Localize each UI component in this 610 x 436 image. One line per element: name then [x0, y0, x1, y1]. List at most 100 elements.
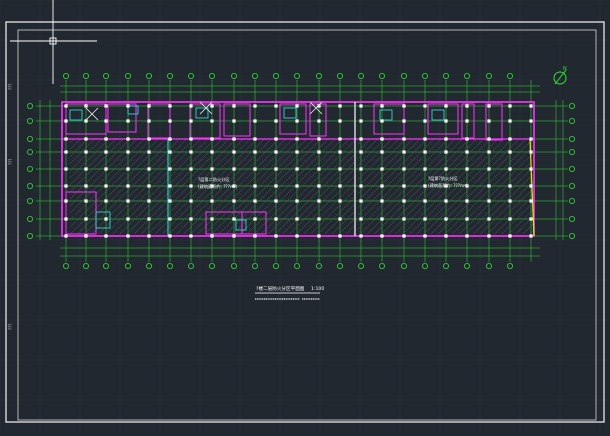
- column: [529, 234, 533, 238]
- column: [64, 167, 68, 171]
- floor-plan-drawing[interactable]: ??? ??? ??? ?层第二防火分区 (建筑面积约: ???m²) ?层第?…: [0, 0, 610, 432]
- axis-bubble-top: [187, 73, 194, 80]
- column: [380, 104, 384, 108]
- column: [402, 119, 406, 123]
- column: [104, 234, 108, 238]
- column: [338, 217, 342, 221]
- column: [104, 104, 108, 108]
- axis-bubble-top: [272, 73, 279, 80]
- column: [126, 150, 130, 154]
- column: [423, 150, 427, 154]
- column: [487, 119, 491, 123]
- axis-bubble-bottom: [421, 262, 428, 269]
- column: [402, 217, 406, 221]
- column: [529, 150, 533, 154]
- column: [274, 184, 278, 188]
- column: [104, 119, 108, 123]
- column: [189, 167, 193, 171]
- column: [380, 217, 384, 221]
- axis-bubble-bottom: [315, 262, 322, 269]
- column: [232, 104, 236, 108]
- axis-bubble-top: [506, 73, 513, 80]
- axis-bubble-bottom: [357, 262, 364, 269]
- axis-bubble-bottom: [83, 262, 90, 269]
- axis-bubble-bottom: [125, 262, 132, 269]
- axis-bubble-bottom: [293, 262, 300, 269]
- north-arrow-icon: N: [553, 66, 567, 85]
- axis-bubble-right: [569, 182, 576, 189]
- axis-bubble-top: [230, 73, 237, 80]
- column: [126, 184, 130, 188]
- column: [210, 167, 214, 171]
- axis-bubble-left: [26, 232, 33, 239]
- axis-bubble-left: [26, 148, 33, 155]
- column: [210, 234, 214, 238]
- column: [189, 217, 193, 221]
- column: [253, 167, 257, 171]
- axis-bubble-top: [293, 73, 300, 80]
- column: [402, 137, 406, 141]
- column: [64, 234, 68, 238]
- column: [84, 104, 88, 108]
- column: [126, 199, 130, 203]
- axis-bubble-top: [357, 73, 364, 80]
- svg-text:N: N: [563, 66, 567, 72]
- column: [126, 234, 130, 238]
- column: [380, 199, 384, 203]
- axis-bubble-top: [463, 73, 470, 80]
- column: [317, 137, 321, 141]
- axis-bubble-top: [63, 73, 70, 80]
- column: [380, 137, 384, 141]
- axis-bubble-bottom: [166, 262, 173, 269]
- column: [64, 150, 68, 154]
- column: [529, 137, 533, 141]
- column: [359, 234, 363, 238]
- column: [465, 137, 469, 141]
- axis-bubble-top: [442, 73, 449, 80]
- axis-bubble-left: [26, 197, 33, 204]
- column: [253, 217, 257, 221]
- column: [189, 184, 193, 188]
- column: [487, 104, 491, 108]
- column: [295, 184, 299, 188]
- axis-bubble-bottom: [400, 262, 407, 269]
- crosshair-cursor: [10, 0, 97, 84]
- axis-bubble-top: [251, 73, 258, 80]
- column: [147, 217, 151, 221]
- column: [147, 119, 151, 123]
- column: [359, 150, 363, 154]
- column: [104, 184, 108, 188]
- column: [487, 234, 491, 238]
- column: [338, 184, 342, 188]
- axis-bubble-right: [569, 103, 576, 110]
- column: [338, 150, 342, 154]
- column: [295, 104, 299, 108]
- column: [529, 119, 533, 123]
- column: [317, 184, 321, 188]
- column: [189, 199, 193, 203]
- column: [423, 137, 427, 141]
- drawing-title-block: ?楼二层防火分区平面图 1:100: [255, 285, 324, 300]
- column: [423, 119, 427, 123]
- column: [465, 234, 469, 238]
- cad-viewport[interactable]: ??? ??? ??? ?层第二防火分区 (建筑面积约: ???m²) ?层第?…: [0, 0, 610, 432]
- column: [465, 199, 469, 203]
- column: [295, 119, 299, 123]
- column: [84, 234, 88, 238]
- column: [508, 234, 512, 238]
- column: [210, 199, 214, 203]
- column: [444, 167, 448, 171]
- column: [380, 234, 384, 238]
- column: [508, 184, 512, 188]
- column: [232, 119, 236, 123]
- column: [232, 234, 236, 238]
- column: [380, 184, 384, 188]
- column: [126, 217, 130, 221]
- column: [444, 199, 448, 203]
- column: [444, 234, 448, 238]
- axis-bubble-top: [83, 73, 90, 80]
- column: [465, 167, 469, 171]
- column: [274, 119, 278, 123]
- column: [508, 217, 512, 221]
- axis-bubble-top: [125, 73, 132, 80]
